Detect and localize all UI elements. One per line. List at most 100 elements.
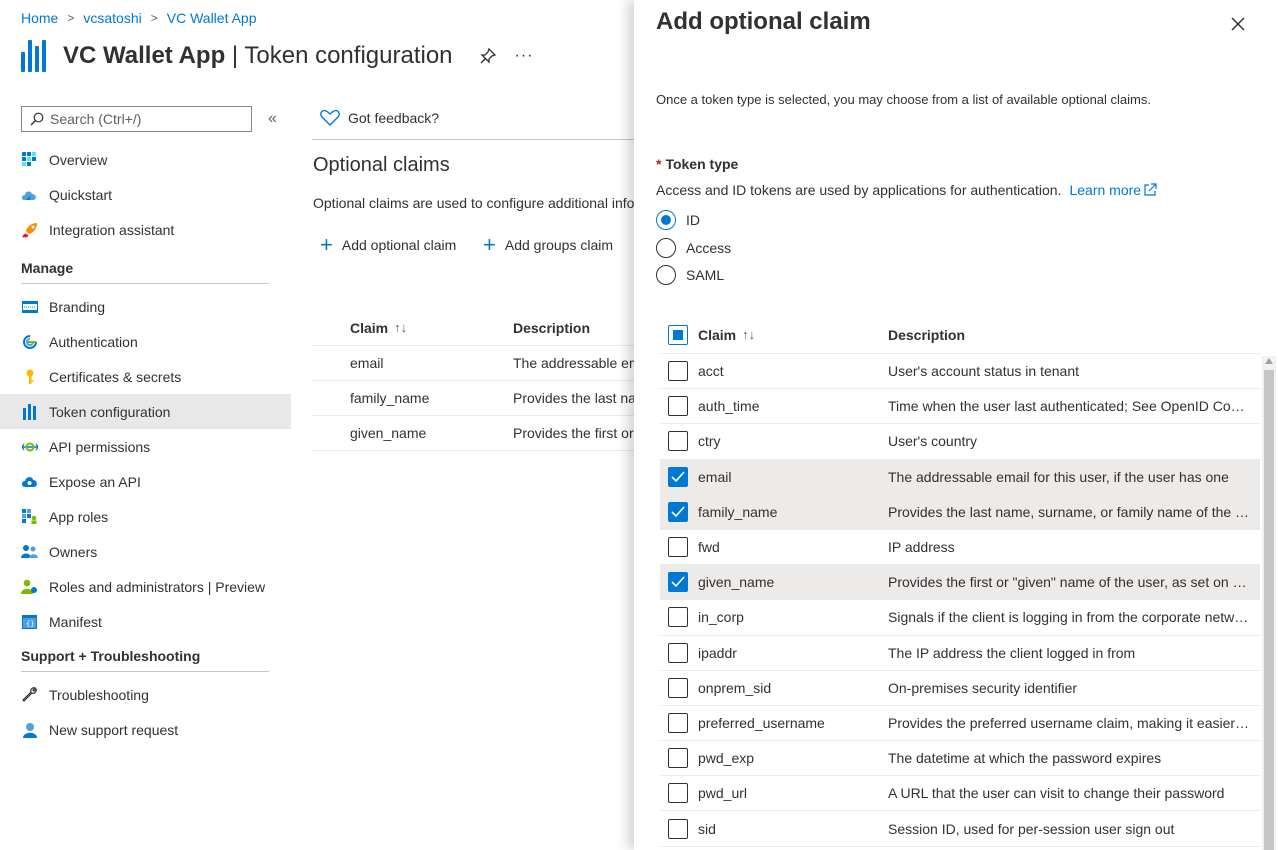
breadcrumb-tenant[interactable]: vcsatoshi [83,10,141,26]
claim-checkbox[interactable] [668,572,688,593]
sidebar-item-quickstart[interactable]: Quickstart [0,177,291,212]
sidebar-item-expose-api[interactable]: Expose an API [0,464,291,499]
add-groups-claim-button[interactable]: + Add groups claim [483,234,613,256]
column-header-claim[interactable]: Claim [350,320,388,336]
page-title: VC Wallet App | Token configuration [63,42,453,70]
external-link-icon [1144,183,1157,196]
claim-checkbox[interactable] [668,818,688,839]
feedback-button[interactable]: Got feedback? [320,109,439,127]
claims-table: Claim ↑↓ Description email The addressabl… [312,310,634,451]
radio-label: Access [686,240,732,256]
claim-checkbox[interactable] [668,677,688,698]
sidebar-item-certificates[interactable]: Certificates & secrets [0,359,291,394]
sidebar-item-label: Token configuration [49,403,171,420]
learn-more-link[interactable]: Learn more [1069,182,1157,198]
claim-row-fwd[interactable]: fwd IP address [660,530,1260,566]
sidebar-item-manifest[interactable]: {} Manifest [0,604,291,639]
column-header-claim[interactable]: Claim [698,327,736,343]
claim-description: Provides the first or [513,425,634,441]
search-input[interactable]: Search (Ctrl+/) [21,106,252,132]
sidebar-item-label: Integration assistant [49,221,175,238]
claim-checkbox[interactable] [668,712,688,733]
overview-icon [21,151,38,168]
sidebar-item-roles-administrators[interactable]: Roles and administrators | Preview [0,569,291,604]
sidebar-item-app-roles[interactable]: App roles [0,499,291,534]
sidebar-item-new-support-request[interactable]: New support request [0,712,291,747]
close-icon[interactable] [1230,16,1248,34]
claim-row-given-name[interactable]: given_name Provides the first or "given" … [660,565,1260,601]
claim-description: Provides the last name [513,390,634,406]
sidebar-divider [21,671,269,672]
sort-icon[interactable]: ↑↓ [742,327,755,342]
wrench-icon [21,686,38,703]
sidebar-item-owners[interactable]: Owners [0,534,291,569]
claim-checkbox[interactable] [668,748,688,769]
claim-row-ctry[interactable]: ctry User's country [660,424,1260,460]
token-type-radio-access[interactable]: Access [656,238,731,258]
claim-checkbox[interactable] [668,537,688,558]
claim-row-onprem-sid[interactable]: onprem_sid On-premises security identifie… [660,671,1260,706]
sidebar-item-integration-assistant[interactable]: Integration assistant [0,212,291,247]
add-optional-claim-button[interactable]: + Add optional claim [320,234,456,256]
sidebar-item-troubleshooting[interactable]: Troubleshooting [0,677,291,712]
panel-intro: Once a token type is selected, you may c… [656,92,1151,107]
checkmark-icon [671,506,685,518]
claim-row-sid[interactable]: sid Session ID, used for per-session user… [660,811,1260,847]
app-roles-icon [21,508,38,525]
claim-checkbox[interactable] [668,466,688,487]
claim-checkbox[interactable] [668,431,688,452]
claim-checkbox[interactable] [668,501,688,522]
claim-row-preferred-username[interactable]: preferred_username Provides the preferred… [660,706,1260,742]
sidebar-item-authentication[interactable]: Authentication [0,324,291,359]
sort-icon[interactable]: ↑↓ [394,320,407,335]
breadcrumb-app[interactable]: VC Wallet App [167,10,257,26]
radio-label: ID [686,212,700,228]
panel-title: Add optional claim [656,8,871,35]
sidebar-item-label: New support request [49,721,179,738]
token-type-radio-id[interactable]: ID [656,210,700,230]
breadcrumb-home[interactable]: Home [21,10,58,26]
radio-button[interactable] [656,265,676,285]
pin-icon[interactable] [479,47,497,65]
claim-checkbox[interactable] [668,396,688,417]
radio-button[interactable] [656,238,676,258]
sidebar-item-branding[interactable]: Branding [0,289,291,324]
table-row[interactable]: family_name Provides the last name [312,381,634,416]
claim-description: User's country [888,433,978,450]
select-all-checkbox[interactable] [668,324,688,345]
table-row[interactable]: email The addressable email [312,346,634,381]
claim-name: onprem_sid [698,679,772,696]
radio-button[interactable] [656,210,676,230]
claim-row-in-corp[interactable]: in_corp Signals if the client is logging … [660,600,1260,636]
column-header-description[interactable]: Description [513,320,634,336]
more-options-button[interactable]: ··· [515,47,534,65]
claim-checkbox[interactable] [668,361,688,382]
column-header-description[interactable]: Description [888,327,1250,343]
claim-row-auth-time[interactable]: auth_time Time when the user last authent… [660,389,1260,425]
roles-icon [21,578,38,595]
sidebar-item-api-permissions[interactable]: API permissions [0,429,291,464]
scrollbar-thumb[interactable] [1264,370,1274,850]
token-type-description: Access and ID tokens are used by applica… [656,182,1157,198]
token-type-radio-saml[interactable]: SAML [656,265,724,285]
claim-checkbox[interactable] [668,642,688,663]
claim-row-family-name[interactable]: family_name Provides the last name, surna… [660,494,1260,530]
claim-name: preferred_username [698,714,825,731]
sidebar-item-token-configuration[interactable]: Token configuration [0,394,291,429]
sidebar-item-label: API permissions [49,438,151,455]
collapse-sidebar-button[interactable]: « [268,110,277,128]
scrollbar[interactable] [1262,356,1276,850]
claim-row-pwd-url[interactable]: pwd_url A URL that the user can visit to … [660,776,1260,812]
claim-row-pwd-exp[interactable]: pwd_exp The datetime at which the passwor… [660,741,1260,777]
claim-description: The datetime at which the password expir… [888,750,1162,767]
feedback-label: Got feedback? [348,110,440,126]
table-row[interactable]: given_name Provides the first or [312,416,634,451]
app-blade: Home > vcsatoshi > VC Wallet App VC Wall… [0,0,635,850]
sidebar-item-overview[interactable]: Overview [0,142,291,177]
claim-row-ipaddr[interactable]: ipaddr The IP address the client logged i… [660,636,1260,671]
claim-row-acct[interactable]: acct User's account status in tenant [660,354,1260,390]
claim-checkbox[interactable] [668,607,688,628]
scroll-up-icon[interactable] [1265,358,1273,364]
claim-checkbox[interactable] [668,783,688,804]
claim-row-email[interactable]: email The addressable email for this user… [660,459,1260,495]
